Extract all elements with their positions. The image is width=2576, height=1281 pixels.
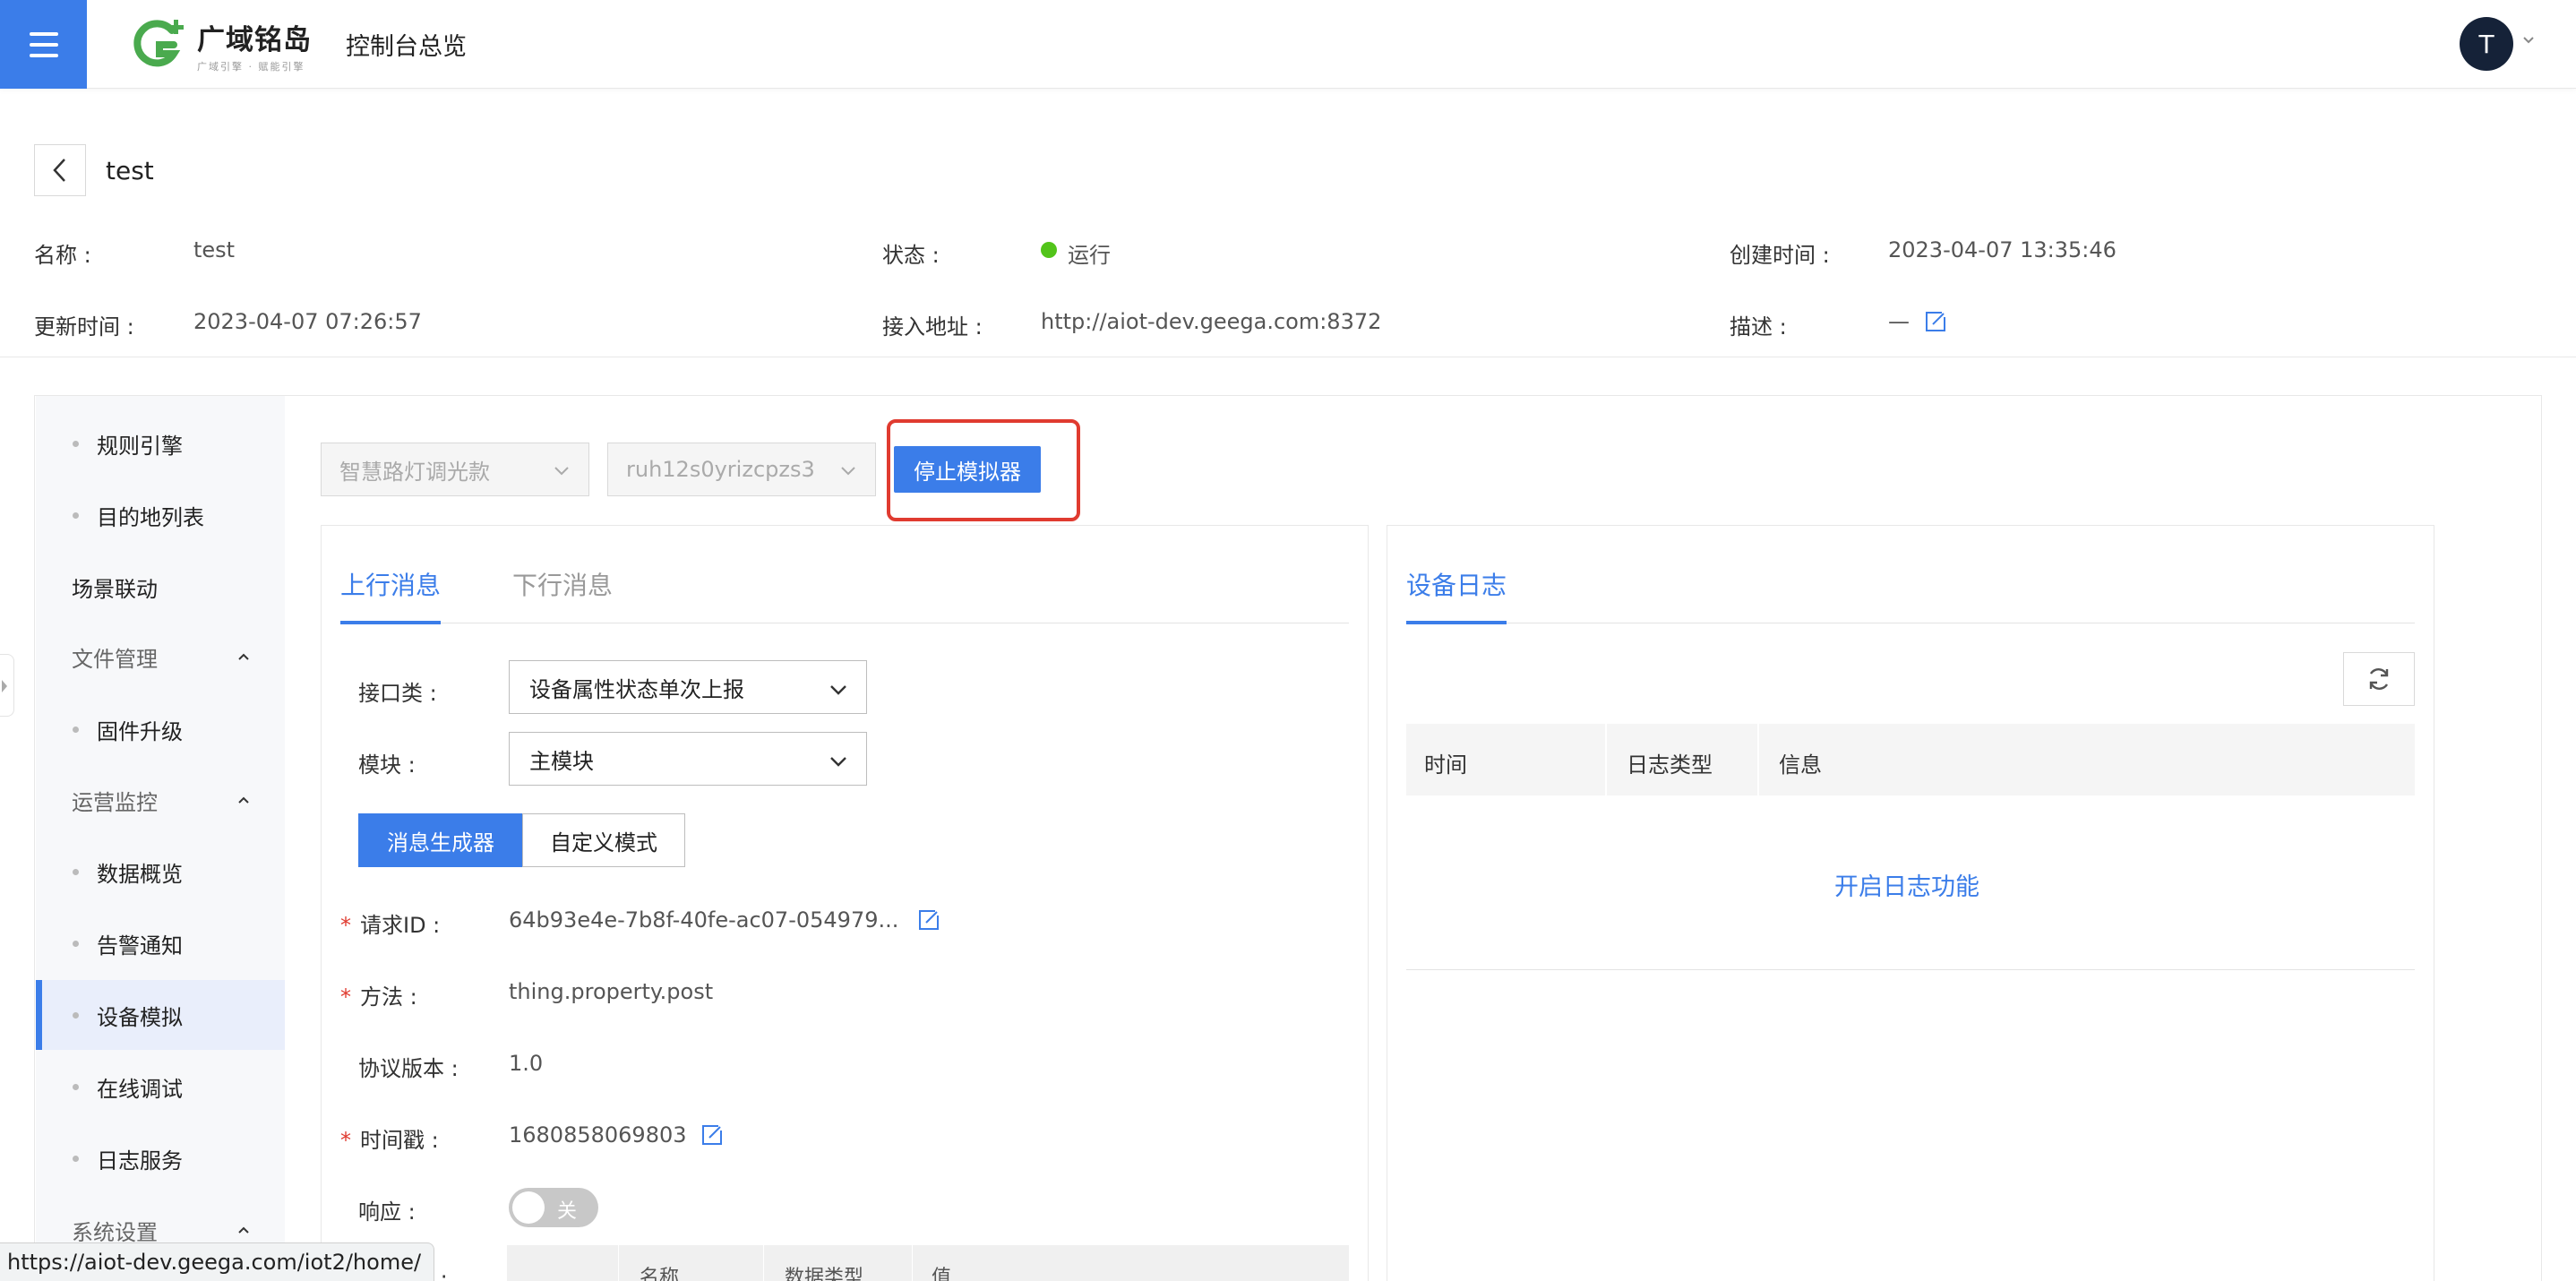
edit-icon[interactable] (700, 1123, 724, 1147)
log-table-header (1406, 724, 2415, 795)
log-col-time: 时间 (1424, 752, 1467, 778)
sidebar-item-scene-linkage[interactable]: 场景联动 (36, 552, 285, 622)
chevron-left-icon (53, 159, 65, 182)
desc-label: 描述 : (1730, 314, 1787, 340)
updated-label: 更新时间 : (34, 314, 134, 340)
chevron-down-icon[interactable] (2522, 34, 2535, 47)
name-label: 名称 : (34, 243, 91, 268)
sidebar-item-rule-engine[interactable]: 规则引擎 (36, 408, 285, 478)
brand-sub: 广域引擎 · 赋能引擎 (197, 60, 305, 73)
params-col-value: 值 (932, 1267, 952, 1281)
sidebar-group-file-management[interactable]: 文件管理 (36, 622, 285, 692)
page-title: test (106, 156, 154, 185)
sidebar-group-ops-monitor[interactable]: 运营监控 (36, 765, 285, 835)
top-bar: 广域铭岛 广域引擎 · 赋能引擎 控制台总览 T (0, 0, 2576, 89)
edit-icon[interactable] (917, 908, 940, 932)
sidebar-item-online-debug[interactable]: 在线调试 (36, 1052, 285, 1122)
interface-label: 接口类 : (358, 681, 437, 706)
refresh-button[interactable] (2343, 652, 2415, 706)
chevron-down-icon (830, 685, 846, 695)
logo-mark-icon (133, 18, 190, 72)
params-col-type: 数据类型 (785, 1267, 864, 1281)
brand-name: 广域铭岛 (197, 23, 312, 56)
timestamp-label: * 时间戳 : (340, 1128, 439, 1153)
avatar[interactable]: T (2460, 17, 2513, 71)
created-value: 2023-04-07 13:35:46 (1888, 237, 2117, 262)
tab-downlink[interactable]: 下行消息 (512, 566, 613, 602)
back-button[interactable] (34, 144, 86, 196)
request-id-label: * 请求ID : (340, 913, 441, 938)
log-col-info: 信息 (1779, 752, 1822, 778)
version-value: 1.0 (509, 1051, 544, 1076)
uplink-card (321, 525, 1369, 1281)
chevron-up-icon (238, 1226, 249, 1234)
chevron-up-icon (238, 653, 249, 660)
sidebar: 规则引擎 目的地列表 场景联动 文件管理 固件升级 运营监控 数据概览 告警通知… (36, 396, 285, 1281)
module-select[interactable]: 主模块 (509, 732, 867, 786)
chevron-up-icon (238, 796, 249, 804)
tab-underline (1406, 621, 1507, 624)
chevron-down-icon (554, 467, 569, 476)
params-col-name: 名称 (640, 1267, 680, 1281)
sidebar-item-data-overview[interactable]: 数据概览 (36, 837, 285, 907)
request-id-value: 64b93e4e-7b8f-40fe-ac07-054979... (509, 907, 899, 933)
sidebar-item-firmware[interactable]: 固件升级 (36, 694, 285, 764)
updated-value: 2023-04-07 07:26:57 (193, 309, 422, 334)
caret-right-icon (2, 680, 7, 692)
method-label: * 方法 : (340, 984, 417, 1010)
response-toggle[interactable]: 关 (509, 1188, 598, 1227)
mode-custom-button[interactable]: 自定义模式 (522, 813, 685, 867)
brand-logo[interactable]: 广域铭岛 广域引擎 · 赋能引擎 (133, 18, 312, 73)
product-select[interactable]: 智慧路灯调光款 (321, 443, 589, 496)
sidebar-item-alerts[interactable]: 告警通知 (36, 908, 285, 978)
module-label: 模块 : (358, 752, 416, 778)
app-title[interactable]: 控制台总览 (346, 27, 467, 62)
toggle-knob (512, 1191, 545, 1224)
timestamp-value: 1680858069803 (509, 1122, 687, 1148)
log-table-rule (1406, 969, 2415, 970)
response-label: 响应 : (358, 1199, 416, 1225)
params-table-header (507, 1245, 1349, 1281)
name-value: test (193, 237, 236, 262)
collapse-handle[interactable] (0, 654, 14, 717)
created-label: 创建时间 : (1730, 243, 1830, 268)
chevron-down-icon (830, 757, 846, 767)
status-value: 运行 (1068, 243, 1111, 268)
edit-icon[interactable] (1924, 310, 1947, 333)
device-log-card (1387, 525, 2434, 1281)
chevron-down-icon (841, 467, 855, 476)
sidebar-item-log-service[interactable]: 日志服务 (36, 1123, 285, 1193)
status-label: 状态 : (882, 243, 940, 268)
version-label: 协议版本 : (358, 1056, 459, 1081)
method-value: thing.property.post (509, 979, 714, 1004)
refresh-icon (2369, 668, 2389, 690)
menu-icon[interactable] (0, 0, 87, 89)
browser-status-url: https://aiot-dev.geega.com/iot2/home/ (0, 1242, 435, 1281)
log-col-type: 日志类型 (1627, 752, 1713, 778)
endpoint-value: http://aiot-dev.geega.com:8372 (1041, 309, 1382, 334)
tab-device-log[interactable]: 设备日志 (1406, 566, 1507, 602)
tab-uplink[interactable]: 上行消息 (340, 566, 441, 602)
sidebar-item-destinations[interactable]: 目的地列表 (36, 480, 285, 550)
interface-select[interactable]: 设备属性状态单次上报 (509, 660, 867, 714)
device-select[interactable]: ruh12s0yrizcpzs3 (607, 443, 876, 496)
endpoint-label: 接入地址 : (882, 314, 983, 340)
mode-generator-button[interactable]: 消息生成器 (358, 813, 523, 867)
status-dot-icon (1041, 242, 1057, 258)
desc-value: — (1888, 309, 1910, 334)
enable-log-link[interactable]: 开启日志功能 (1834, 867, 1979, 902)
sidebar-item-device-simulation[interactable]: 设备模拟 (36, 980, 285, 1050)
stop-simulator-button[interactable]: 停止模拟器 (894, 446, 1041, 493)
tab-underline (340, 621, 441, 624)
